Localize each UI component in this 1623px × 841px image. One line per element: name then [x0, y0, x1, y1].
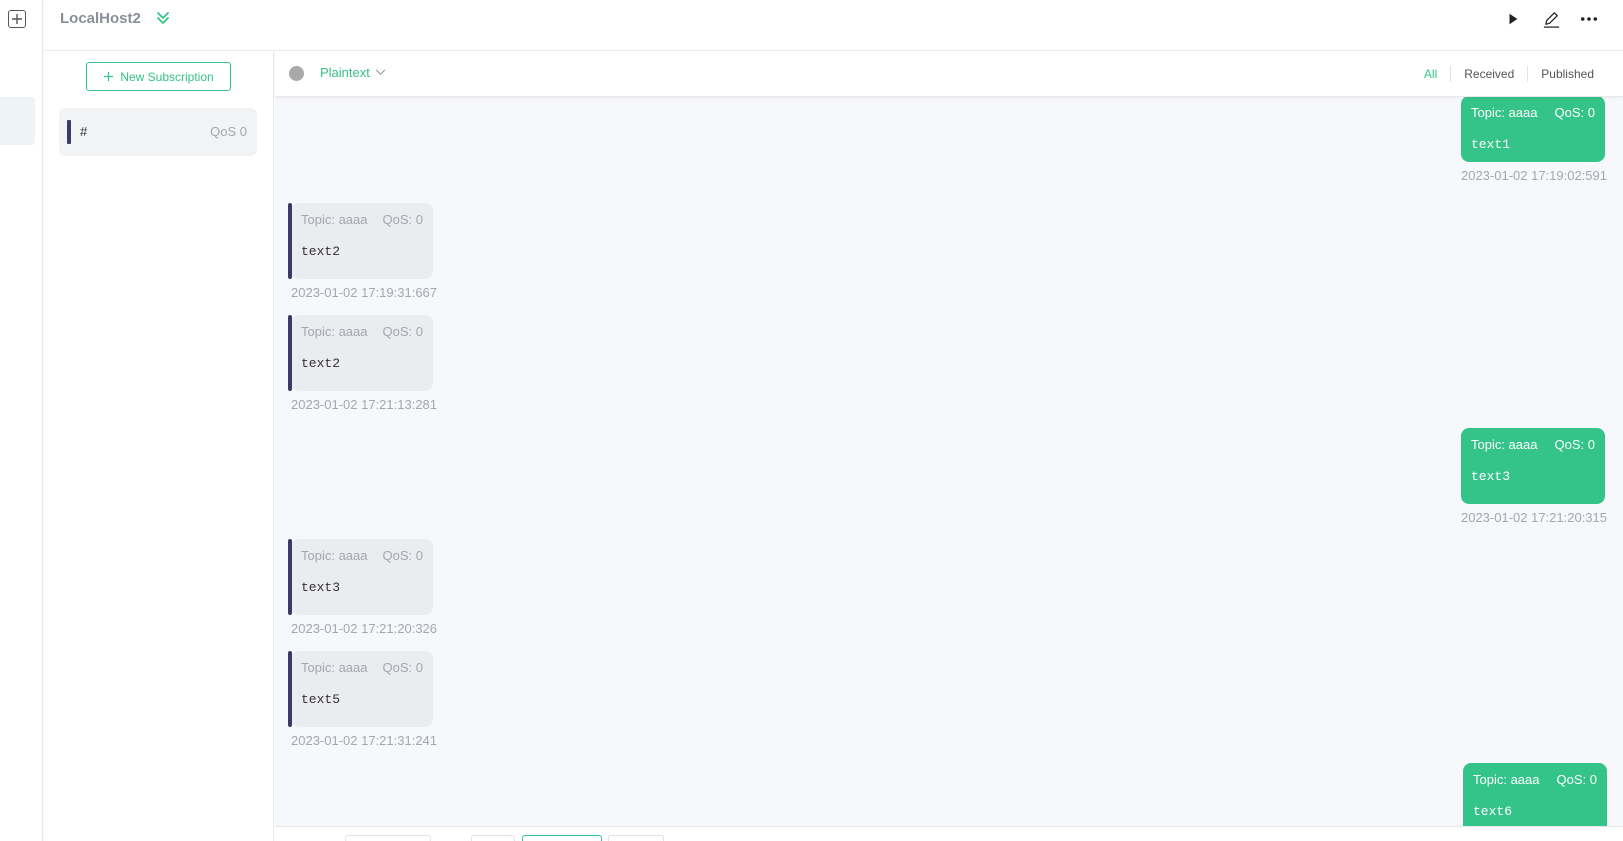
publish-bar: [275, 826, 1623, 841]
message-time: 2023-01-02 17:21:13:281: [291, 397, 438, 412]
chevron-double-down-icon[interactable]: [154, 9, 172, 27]
message-time: 2023-01-02 17:21:20:326: [291, 621, 438, 636]
message-list[interactable]: Topic: aaaa QoS: 0 text1 2023-01-02 17:1…: [275, 97, 1623, 826]
subscription-topic: #: [80, 124, 88, 139]
message-meta: Topic: aaaa QoS: 0: [1471, 104, 1595, 122]
message-topic: Topic: aaaa: [1473, 772, 1540, 787]
message-filter-tabs: All Received Published: [1411, 66, 1607, 82]
subscription-panel: New Subscription # QoS 0: [44, 51, 274, 841]
message-bubble[interactable]: Topic: aaaa QoS: 0 text3: [288, 539, 433, 615]
message-topic: Topic: aaaa: [301, 660, 368, 675]
message-meta: Topic: aaaa QoS: 0: [301, 211, 423, 229]
message-bubble[interactable]: Topic: aaaa QoS: 0 text2: [288, 315, 433, 391]
payload-type-select[interactable]: Plaintext: [320, 65, 386, 80]
message-bubble[interactable]: Topic: aaaa QoS: 0 text3: [1460, 428, 1605, 504]
message-payload: text5: [301, 692, 341, 707]
header-actions: [1503, 9, 1599, 29]
message-item: Topic: aaaa QoS: 0 text1 2023-01-02 17:1…: [1460, 97, 1607, 183]
message-bubble[interactable]: Topic: aaaa QoS: 0 text6: [1463, 763, 1607, 826]
message-payload: text3: [301, 580, 341, 595]
message-qos: QoS: 0: [1554, 437, 1595, 452]
filter-published[interactable]: Published: [1527, 66, 1607, 82]
play-icon[interactable]: [1503, 9, 1523, 29]
message-item: Topic: aaaa QoS: 0 text3 2023-01-02 17:2…: [1460, 428, 1607, 525]
message-payload: text2: [301, 356, 341, 371]
payload-type-label: Plaintext: [320, 65, 370, 80]
message-bubble[interactable]: Topic: aaaa QoS: 0 text2: [288, 203, 433, 279]
connection-header: LocalHost2: [44, 0, 1623, 51]
publish-control[interactable]: [471, 835, 515, 841]
message-payload: text1: [1470, 137, 1510, 152]
plus-icon: [104, 71, 114, 82]
message-time: 2023-01-02 17:21:20:315: [1460, 510, 1607, 525]
message-meta: Topic: aaaa QoS: 0: [301, 659, 423, 677]
message-payload: text3: [1470, 469, 1510, 484]
subscription-color-bar: [67, 120, 71, 144]
publish-control[interactable]: [608, 835, 664, 841]
message-item: Topic: aaaa QoS: 0 text2 2023-01-02 17:1…: [288, 203, 438, 300]
filter-all[interactable]: All: [1411, 66, 1450, 82]
active-connection-indicator[interactable]: [0, 97, 35, 145]
message-time: 2023-01-02 17:21:31:241: [291, 733, 438, 748]
connection-title: LocalHost2: [60, 10, 141, 27]
message-qos: QoS: 0: [1556, 772, 1597, 787]
message-topic: Topic: aaaa: [301, 324, 368, 339]
message-topic: Topic: aaaa: [301, 212, 368, 227]
message-topic: Topic: aaaa: [1470, 437, 1538, 452]
message-meta: Topic: aaaa QoS: 0: [301, 323, 423, 341]
publish-control[interactable]: [522, 835, 602, 841]
message-meta: Topic: aaaa QoS: 0: [1471, 436, 1595, 454]
message-toolbar: Plaintext All Received Published: [275, 51, 1623, 97]
subscription-qos: QoS 0: [210, 124, 247, 139]
message-payload: text6: [1473, 804, 1513, 819]
message-meta: Topic: aaaa QoS: 0: [301, 547, 423, 565]
message-item: Topic: aaaa QoS: 0 text6: [1463, 763, 1607, 826]
publish-control[interactable]: [345, 835, 431, 841]
message-payload: text2: [301, 244, 341, 259]
more-icon[interactable]: [1579, 9, 1599, 29]
message-item: Topic: aaaa QoS: 0 text2 2023-01-02 17:2…: [288, 315, 438, 412]
message-topic: Topic: aaaa: [1470, 105, 1538, 120]
left-rail: [0, 0, 43, 841]
message-bubble[interactable]: Topic: aaaa QoS: 0 text5: [288, 651, 433, 727]
subscription-item[interactable]: # QoS 0: [59, 108, 257, 156]
message-qos: QoS: 0: [382, 324, 423, 339]
status-dot[interactable]: [289, 66, 304, 81]
message-qos: QoS: 0: [1554, 105, 1595, 120]
message-topic: Topic: aaaa: [301, 548, 368, 563]
message-meta: Topic: aaaa QoS: 0: [1473, 771, 1597, 789]
edit-icon[interactable]: [1541, 9, 1561, 29]
message-qos: QoS: 0: [382, 548, 423, 563]
new-subscription-button[interactable]: New Subscription: [86, 62, 231, 91]
message-item: Topic: aaaa QoS: 0 text5 2023-01-02 17:2…: [288, 651, 438, 748]
mqtt-client-window: LocalHost2 New Subscription # QoS 0 Plai…: [0, 0, 1623, 841]
message-time: 2023-01-02 17:19:31:667: [291, 285, 438, 300]
message-item: Topic: aaaa QoS: 0 text3 2023-01-02 17:2…: [288, 539, 438, 636]
message-bubble[interactable]: Topic: aaaa QoS: 0 text1: [1460, 97, 1605, 162]
message-time: 2023-01-02 17:19:02:591: [1460, 168, 1607, 183]
chevron-down-icon: [375, 69, 386, 76]
new-connection-icon[interactable]: [8, 10, 26, 28]
new-subscription-label: New Subscription: [120, 69, 214, 84]
message-qos: QoS: 0: [382, 212, 423, 227]
message-qos: QoS: 0: [382, 660, 423, 675]
filter-received[interactable]: Received: [1450, 66, 1527, 82]
